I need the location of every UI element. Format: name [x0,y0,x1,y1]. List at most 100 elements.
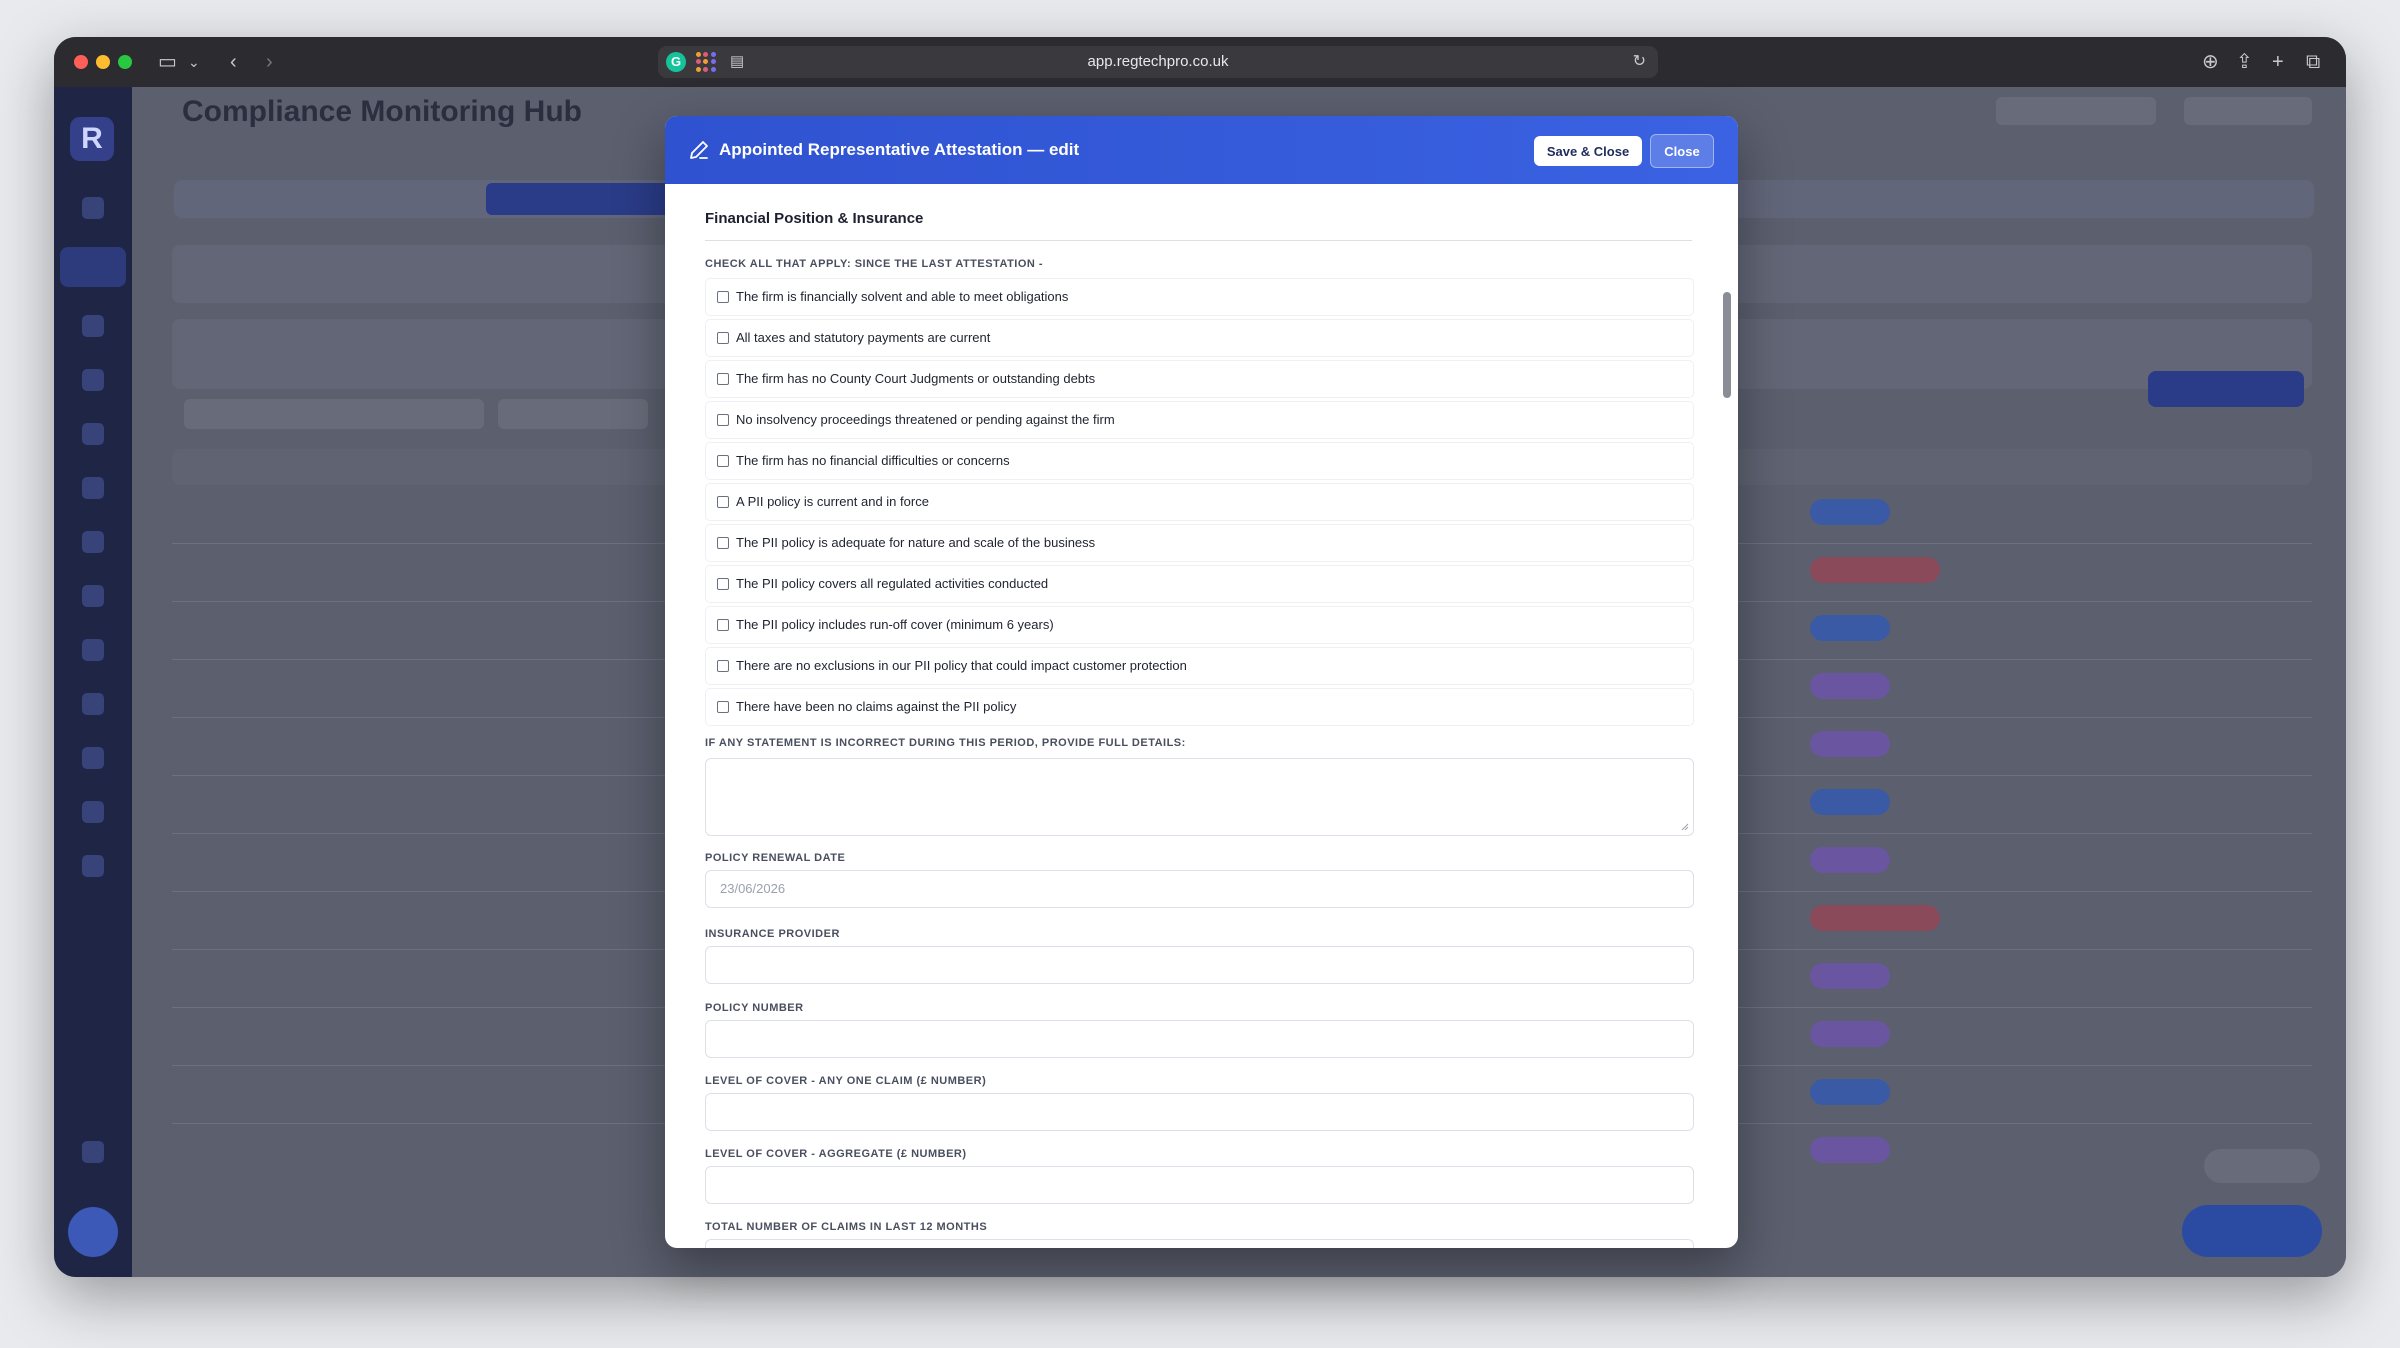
checkbox[interactable] [717,455,729,467]
nav-icon[interactable] [82,197,104,219]
tab-overview-icon[interactable]: ⧉ [2306,50,2320,74]
checklist-item-label: The firm has no financial difficulties o… [736,453,1010,468]
checklist-item-label: There are no exclusions in our PII polic… [736,658,1187,673]
section-title: Financial Position & Insurance [705,210,924,227]
cover-aggregate-label: LEVEL OF COVER - AGGREGATE (£ NUMBER) [705,1148,967,1160]
nav-icon[interactable] [82,423,104,445]
whats-new-button[interactable] [2204,1149,2320,1183]
nav-icon[interactable] [82,639,104,661]
new-tab-icon[interactable]: + [2272,50,2284,74]
checkbox[interactable] [717,291,729,303]
checklist-item[interactable]: No insolvency proceedings threatened or … [705,401,1694,439]
status-badge [1810,557,1940,583]
checklist-item[interactable]: The PII policy covers all regulated acti… [705,565,1694,603]
nav-icon[interactable] [82,477,104,499]
nav-icon[interactable] [82,693,104,715]
checklist-item[interactable]: The PII policy includes run-off cover (m… [705,606,1694,644]
checklist-item[interactable]: The firm has no County Court Judgments o… [705,360,1694,398]
modal-body[interactable]: Financial Position & Insurance CHECK ALL… [665,184,1738,1248]
cover-aggregate-input[interactable] [705,1166,1694,1204]
nav-icon[interactable] [82,855,104,877]
pencil-icon [690,141,708,159]
status-badge [1810,615,1890,641]
renewal-date-value: 23/06/2026 [720,881,786,896]
checkbox[interactable] [717,578,729,590]
nav-icon[interactable] [82,585,104,607]
cover-any-one-claim-input[interactable] [705,1093,1694,1131]
status-badge [1810,963,1890,989]
back-icon[interactable]: ‹ [230,50,237,74]
status-badge [1810,1079,1890,1105]
minimize-window-button[interactable] [96,55,110,69]
status-badge [1810,847,1890,873]
chevron-down-icon[interactable]: ⌄ [188,50,200,74]
status-badge [1810,1021,1890,1047]
nav-item-active[interactable] [60,247,126,287]
checklist-item[interactable]: The firm is financially solvent and able… [705,278,1694,316]
status-filter[interactable] [498,399,648,429]
export-report-button[interactable] [2184,97,2312,125]
claims-count-input[interactable] [705,1239,1694,1248]
avatar[interactable] [68,1207,118,1257]
forward-icon[interactable]: › [266,50,273,74]
checklist-item[interactable]: There have been no claims against the PI… [705,688,1694,726]
checkbox[interactable] [717,537,729,549]
maximize-window-button[interactable] [118,55,132,69]
nav-icon[interactable] [82,315,104,337]
attestation-edit-modal: Appointed Representative Attestation — e… [665,116,1738,1248]
nav-icon[interactable] [82,801,104,823]
policy-number-label: POLICY NUMBER [705,1002,804,1014]
claims-count-label: TOTAL NUMBER OF CLAIMS IN LAST 12 MONTHS [705,1221,988,1233]
checklist-item[interactable]: All taxes and statutory payments are cur… [705,319,1694,357]
renewal-date-input[interactable]: 23/06/2026 [705,870,1694,908]
checkbox[interactable] [717,660,729,672]
resize-handle-icon[interactable] [1681,823,1689,831]
settings-icon[interactable] [82,1141,104,1163]
new-attestation-button[interactable] [2148,371,2304,407]
checkbox[interactable] [717,373,729,385]
app-logo: R [70,117,114,161]
modal-title: Appointed Representative Attestation — e… [719,140,1080,159]
nav-icon[interactable] [82,531,104,553]
close-window-button[interactable] [74,55,88,69]
insurance-provider-input[interactable] [705,946,1694,984]
cover-any-one-claim-label: LEVEL OF COVER - ANY ONE CLAIM (£ NUMBER… [705,1075,987,1087]
policy-number-input[interactable] [705,1020,1694,1058]
scrollbar-thumb[interactable] [1723,292,1731,398]
checklist-label: CHECK ALL THAT APPLY: SINCE THE LAST ATT… [705,258,1044,270]
firm-selector[interactable] [1996,97,2156,125]
search-input[interactable] [184,399,484,429]
checklist-item-label: The PII policy includes run-off cover (m… [736,617,1054,632]
details-textarea[interactable] [705,758,1694,836]
checklist-item-label: The firm has no County Court Judgments o… [736,371,1096,386]
checklist-item-label: The PII policy covers all regulated acti… [736,576,1049,591]
checkbox[interactable] [717,332,729,344]
checklist-item-label: The firm is financially solvent and able… [736,289,1069,304]
address-bar[interactable]: G ▤ app.regtechpro.co.uk ↻ [658,46,1658,78]
reload-icon[interactable]: ↻ [1633,50,1646,74]
status-badge [1810,789,1890,815]
checklist-item[interactable]: The firm has no financial difficulties o… [705,442,1694,480]
browser-titlebar: ▭ ⌄ ‹ › G ▤ app.regtechpro.co.uk ↻ ⊕ ⇪ +… [54,37,2346,88]
chat-launcher-button[interactable] [2182,1205,2322,1257]
renewal-date-label: POLICY RENEWAL DATE [705,852,846,864]
download-icon[interactable]: ⊕ [2202,50,2219,74]
save-and-close-button[interactable]: Save & Close [1534,136,1642,166]
share-icon[interactable]: ⇪ [2236,50,2253,74]
checkbox[interactable] [717,414,729,426]
checkbox[interactable] [717,496,729,508]
checklist-item-label: All taxes and statutory payments are cur… [736,330,991,345]
checklist-item-label: There have been no claims against the PI… [736,699,1017,714]
checklist-item[interactable]: A PII policy is current and in force [705,483,1694,521]
checkbox[interactable] [717,701,729,713]
sidebar-toggle-icon[interactable]: ▭ [158,50,177,74]
nav-icon[interactable] [82,369,104,391]
page-title: Compliance Monitoring Hub [182,95,582,128]
checkbox[interactable] [717,619,729,631]
close-button[interactable]: Close [1650,134,1714,168]
nav-icon[interactable] [82,747,104,769]
status-badge [1810,905,1940,931]
checklist-item-label: The PII policy is adequate for nature an… [736,535,1096,550]
checklist-item[interactable]: There are no exclusions in our PII polic… [705,647,1694,685]
checklist-item[interactable]: The PII policy is adequate for nature an… [705,524,1694,562]
